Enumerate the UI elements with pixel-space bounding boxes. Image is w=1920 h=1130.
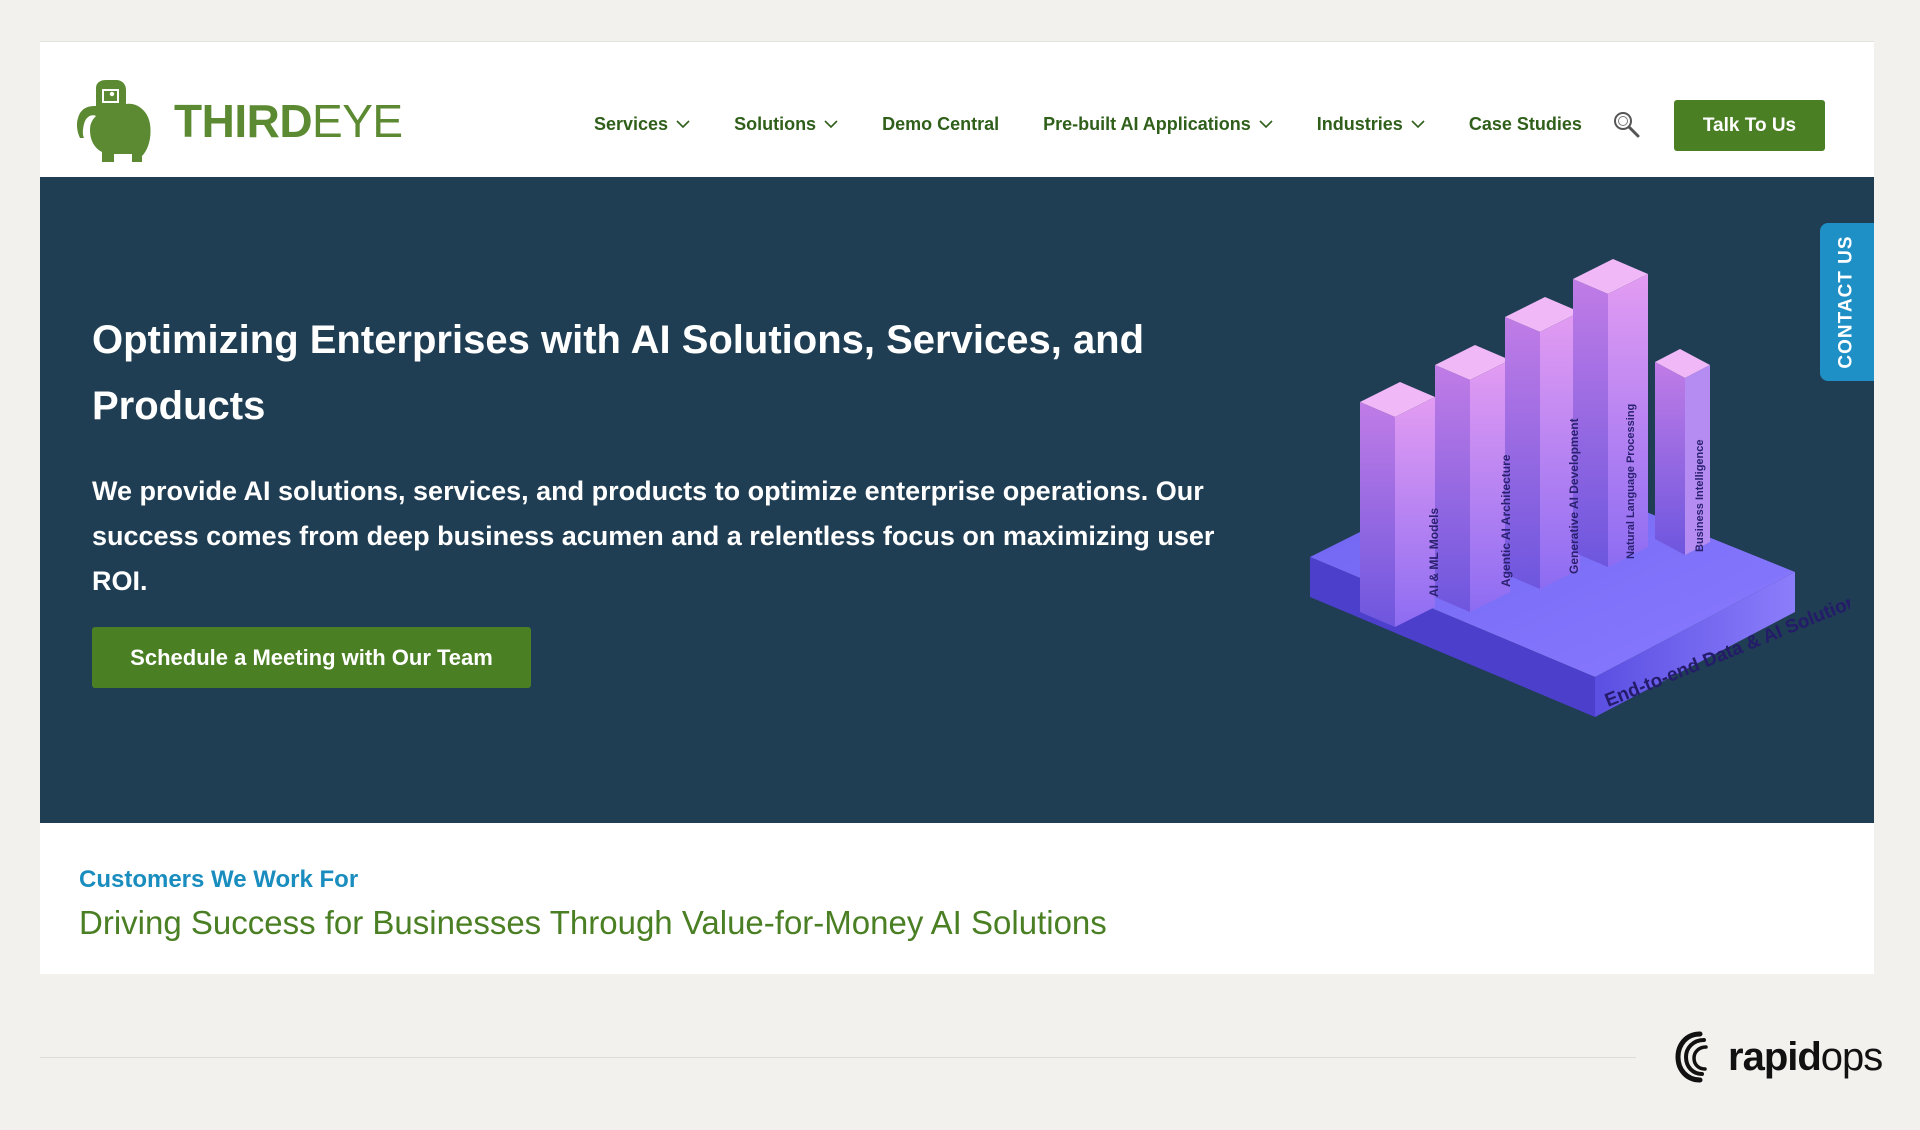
column-label-ai-ml-models: AI & ML Models [1427, 508, 1441, 597]
page-frame: THIRDEYE Services Solutions Demo Central… [40, 41, 1874, 974]
brand-logo[interactable]: THIRDEYE [72, 80, 403, 162]
nav-item-prebuilt-ai-applications[interactable]: Pre-built AI Applications [1043, 114, 1273, 135]
contact-us-label: CONTACT US [1836, 235, 1858, 369]
ai-solutions-bar-illustration: AI & ML Models Agentic AI Architecture G… [1310, 259, 1850, 717]
customers-heading: Driving Success for Businesses Through V… [79, 904, 1107, 941]
main-nav: Services Solutions Demo Central Pre-buil… [594, 114, 1626, 135]
nav-item-label: Solutions [734, 114, 817, 134]
rapidops-name-bold: rapid [1728, 1034, 1822, 1079]
hero-description: We provide AI solutions, services, and p… [92, 476, 1215, 596]
hero-title: Optimizing Enterprises with AI Solutions… [92, 318, 1145, 428]
brand-name-bold: THIRD [174, 95, 313, 147]
column-label-natural-language-processing: Natural Language Processing [1625, 404, 1637, 559]
nav-item-label: Demo Central [882, 114, 1000, 134]
brand-name-light: EYE [312, 95, 403, 147]
hero-section: Optimizing Enterprises with AI Solutions… [40, 177, 1874, 823]
chevron-down-icon [824, 120, 838, 129]
footer-divider [40, 1057, 1636, 1058]
column-label-generative-ai-development: Generative AI Development [1567, 418, 1581, 574]
contact-us-tab[interactable]: CONTACT US [1820, 223, 1874, 381]
column-1 [1360, 382, 1435, 627]
chevron-down-icon [1259, 120, 1273, 129]
search-icon[interactable] [1612, 110, 1640, 138]
customers-eyebrow: Customers We Work For [79, 866, 359, 893]
rapidops-wordmark: rapidops [1728, 1034, 1883, 1080]
nav-item-services[interactable]: Services [594, 114, 690, 135]
nav-item-label: Case Studies [1468, 114, 1582, 134]
chevron-down-icon [676, 120, 690, 129]
nav-item-industries[interactable]: Industries [1317, 114, 1425, 135]
nav-item-demo-central[interactable]: Demo Central [882, 114, 999, 135]
rapidops-name-light: ops [1820, 1034, 1883, 1079]
site-header: THIRDEYE Services Solutions Demo Central… [40, 42, 1874, 177]
talk-to-us-button[interactable]: Talk To Us [1674, 100, 1825, 151]
rapidops-swirl-icon [1675, 1031, 1708, 1083]
brand-wordmark: THIRDEYE [174, 98, 403, 144]
nav-item-case-studies[interactable]: Case Studies [1469, 114, 1582, 135]
schedule-meeting-button[interactable]: Schedule a Meeting with Our Team [92, 627, 531, 688]
nav-item-label: Industries [1316, 114, 1403, 134]
column-label-agentic-ai-architecture: Agentic AI Architecture [1499, 454, 1513, 587]
chevron-down-icon [1411, 120, 1425, 129]
column-label-business-intelligence: Business Intelligence [1694, 440, 1706, 552]
nav-item-label: Services [594, 114, 669, 134]
nav-item-label: Pre-built AI Applications [1043, 114, 1251, 134]
nav-item-solutions[interactable]: Solutions [734, 114, 838, 135]
rapidops-logo[interactable]: rapidops [1674, 1030, 1883, 1084]
elephant-logo-icon [76, 80, 151, 162]
